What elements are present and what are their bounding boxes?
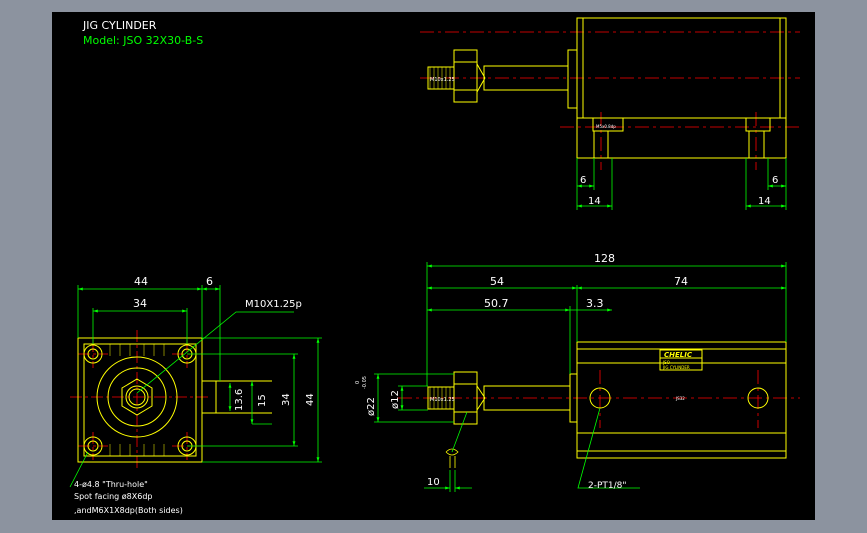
top-thread-label: M10x1.25 (430, 77, 455, 83)
body-mark: JS32 (675, 396, 685, 401)
dim-end-6: 6 (206, 275, 213, 288)
side-view-body (427, 341, 787, 459)
end-note-line3: ,andM6X1X8dp(Both sides) (74, 506, 183, 515)
drawing-sheet: JIG CYLINDER Model: JSO 32X30-B-S M10x1.… (52, 12, 815, 520)
dim-end-15: 15 (257, 394, 268, 407)
side-view-centerlines (398, 370, 800, 428)
dim-side-50-7: 50.7 (484, 297, 509, 310)
dim-side-74: 74 (674, 275, 688, 288)
dim-end-13-6: 13.6 (234, 389, 245, 411)
dim-flange-tolerance-zero: 0 (355, 381, 361, 384)
dim-rod-diameter: ø12 (390, 390, 401, 409)
dim-end-44: 44 (134, 275, 148, 288)
dim-side-54: 54 (490, 275, 504, 288)
dim-wrench-10: 10 (427, 477, 440, 488)
top-view-body (427, 17, 787, 159)
top-port-label: M5x0.8dp (596, 124, 616, 129)
top-view: M10x1.25 M5x0.8dp 6 14 6 14 (420, 17, 800, 210)
top-view-dimensions (576, 158, 787, 210)
dim-flange-diameter: ø22 (366, 397, 377, 416)
side-view: M10x1.25 CHELIC JSO JIG CYLINDER JS32 12… (355, 252, 800, 492)
dim-side-3-3: 3.3 (586, 297, 604, 310)
end-thread-callout: M10X1.25p (245, 299, 302, 310)
end-view-centerlines (70, 330, 210, 470)
dim-top-left-6: 6 (580, 175, 586, 186)
dim-side-128: 128 (594, 252, 615, 265)
nameplate-line2: JIG CYLINDER (662, 365, 690, 370)
brand-logo: CHELIC (664, 351, 693, 359)
model-label: Model: JSO 32X30-B-S (83, 34, 203, 47)
cad-drawing: JIG CYLINDER Model: JSO 32X30-B-S M10x1.… (69, 17, 800, 515)
dim-top-right-6: 6 (772, 175, 778, 186)
drawing-title: JIG CYLINDER (82, 19, 157, 32)
dim-top-right-14: 14 (758, 196, 771, 207)
end-view: 44 6 34 M10X1.25p 13.6 15 34 44 4-ø4.8 "… (69, 275, 322, 515)
dim-end-44-vertical: 44 (305, 393, 316, 406)
dim-end-34-vertical: 34 (281, 393, 292, 406)
port-callout: 2-PT1/8" (588, 481, 627, 491)
end-note-line1: 4-ø4.8 "Thru-hole" (74, 480, 148, 489)
dim-end-34: 34 (133, 297, 147, 310)
end-note-line2: Spot facing ø8X6dp (74, 492, 152, 501)
dim-top-left-14: 14 (588, 196, 601, 207)
dim-flange-tolerance: -0.05 (362, 376, 368, 389)
side-thread-label: M10x1.25 (430, 397, 455, 403)
